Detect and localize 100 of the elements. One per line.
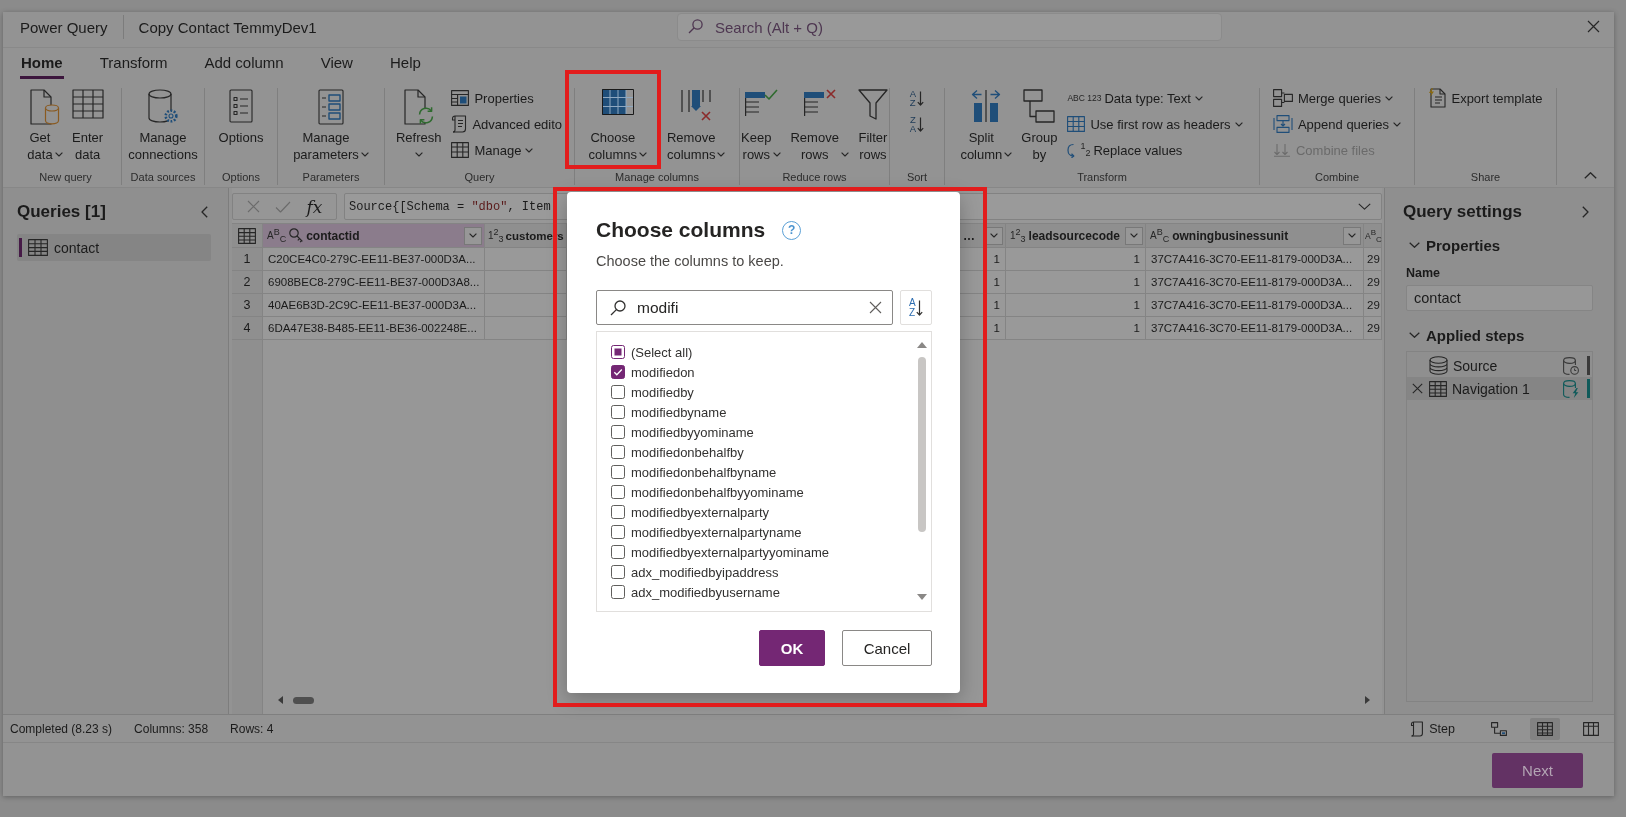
search-icon — [688, 19, 703, 34]
column-header[interactable]: 1$^{2}$$_{3}$ leadsourcecode — [1006, 224, 1146, 248]
column-option[interactable]: modifiedon — [631, 364, 695, 380]
table-cell: C20CE4C0-279C-EE11-BE37-000D3A... — [263, 248, 485, 271]
column-header[interactable]: A$^{B}$$_{C}$ owningbusinessunit — [1146, 224, 1364, 248]
tab[interactable]: Help — [388, 48, 422, 79]
row-number: 2 — [232, 271, 263, 294]
checkbox[interactable] — [611, 345, 625, 359]
chevron-left-icon[interactable] — [201, 206, 208, 218]
sort-button[interactable]: Z A — [906, 111, 928, 137]
section-header[interactable]: Applied steps — [1409, 323, 1593, 347]
checkbox[interactable] — [611, 445, 625, 459]
ribbon-button[interactable]: Merge queries — [1269, 85, 1405, 111]
next-button[interactable]: Next — [1492, 753, 1583, 788]
ribbon-button[interactable]: Enter data — [69, 88, 106, 163]
column-option[interactable]: modifiedbyexternalpartyname — [631, 524, 802, 540]
ribbon-button[interactable]: Properties — [448, 85, 566, 111]
checkbox[interactable] — [611, 385, 625, 399]
ribbon-button[interactable]: Options — [216, 88, 266, 146]
tab[interactable]: View — [319, 48, 354, 79]
checkbox[interactable] — [611, 505, 625, 519]
checkbox[interactable] — [611, 485, 625, 499]
checkbox[interactable] — [611, 465, 625, 479]
scroll-right-icon[interactable] — [1365, 696, 1370, 704]
table-cell: 37C7A416-3C70-EE11-8179-000D3A... — [1146, 294, 1364, 317]
ribbon-button[interactable]: Manage connections — [126, 88, 200, 163]
check-icon[interactable] — [275, 200, 292, 213]
ribbon-button[interactable]: Choose columns — [586, 88, 649, 163]
table-icon[interactable] — [238, 227, 256, 244]
column-option[interactable]: modifiedbyyominame — [631, 424, 754, 440]
chevron-up-icon[interactable] — [1584, 172, 1597, 179]
row-number: 1 — [232, 248, 263, 271]
ribbon-button[interactable]: Remove rows — [788, 88, 851, 163]
scrollbar-thumb[interactable] — [918, 357, 926, 532]
column-option[interactable]: modifiedonbehalfby — [631, 444, 744, 460]
scrollbar-thumb[interactable] — [293, 696, 314, 704]
tab[interactable]: Home — [20, 48, 64, 79]
ribbon-button[interactable]: Keep rows — [739, 88, 784, 163]
clear-icon[interactable] — [869, 301, 882, 314]
ribbon-button[interactable]: Manage — [448, 137, 566, 163]
column-option[interactable]: modifiedbyname — [631, 404, 727, 420]
tab[interactable]: Add column — [203, 48, 285, 79]
ribbon-button[interactable]: Advanced edito — [448, 111, 566, 137]
checkbox[interactable] — [611, 405, 625, 419]
scroll-up-icon[interactable] — [917, 342, 927, 348]
chevron-right-icon[interactable] — [1582, 206, 1589, 218]
section-header[interactable]: Properties — [1409, 233, 1593, 257]
checkbox[interactable] — [611, 525, 625, 539]
ribbon-button[interactable]: Group by — [1019, 88, 1060, 163]
ribbon-button[interactable]: Get data — [25, 88, 65, 163]
checkbox[interactable] — [611, 425, 625, 439]
column-option[interactable]: modifiedby — [631, 384, 694, 400]
sort-button[interactable]: A Z — [900, 290, 932, 325]
columns-grid-icon[interactable] — [1583, 721, 1599, 736]
ribbon-button[interactable]: Append queries — [1269, 111, 1405, 137]
tab[interactable]: Transform — [98, 48, 169, 79]
column-option[interactable]: adx_modifiedbyusername — [631, 584, 780, 600]
step-button[interactable]: Step — [1410, 720, 1455, 737]
column-option[interactable]: modifiedonbehalfbyname — [631, 464, 777, 480]
column-header[interactable]: … — [960, 224, 1006, 248]
sort-button[interactable]: A Z — [906, 85, 928, 111]
linked-boxes-icon[interactable] — [1491, 721, 1507, 736]
table-cell: 1 — [960, 317, 1006, 340]
checkbox[interactable] — [611, 545, 625, 559]
ok-button[interactable]: OK — [759, 630, 825, 666]
ribbon-button[interactable]: Split column — [958, 88, 1015, 163]
scroll-left-icon[interactable] — [278, 696, 283, 704]
query-item[interactable]: contact — [17, 234, 211, 261]
ribbon-button[interactable]: Refresh — [393, 88, 444, 157]
ribbon-button[interactable]: Export template — [1425, 85, 1546, 111]
cancel-button[interactable]: Cancel — [842, 630, 932, 666]
refresh-document-icon — [403, 89, 434, 125]
ribbon-button[interactable]: Use first row as headers — [1064, 111, 1246, 137]
search-field[interactable]: Search (Alt + Q) — [677, 13, 1222, 41]
table-grid-icon — [71, 89, 104, 119]
caret-down-icon — [1130, 233, 1138, 238]
ribbon-button[interactable]: ABC 123 Data type: Text — [1064, 85, 1246, 111]
column-option[interactable]: modifiedonbehalfbyyominame — [631, 484, 804, 500]
checkbox[interactable] — [611, 365, 625, 379]
table-grid-icon[interactable] — [1530, 717, 1560, 740]
close-icon[interactable] — [1587, 20, 1600, 33]
step-item[interactable]: Source — [1407, 354, 1592, 377]
delete-icon[interactable] — [1412, 383, 1423, 394]
insert-function-button[interactable]: fx — [306, 196, 323, 217]
column-option[interactable]: modifiedbyexternalpartyyominame — [631, 544, 829, 560]
checkbox[interactable] — [611, 565, 625, 579]
ribbon-button[interactable]: Manage parameters — [291, 88, 371, 163]
caret-down-icon — [773, 152, 782, 157]
ribbon-button[interactable]: Remove columns — [665, 88, 728, 163]
chevron-down-icon[interactable] — [1358, 203, 1371, 210]
step-item[interactable]: Navigation 1 — [1407, 377, 1592, 400]
search-field[interactable]: modifi — [596, 290, 893, 325]
arrow-down-icon — [917, 116, 925, 132]
column-option[interactable]: (Select all) — [631, 344, 693, 360]
column-option[interactable]: modifiedbyexternalparty — [631, 504, 770, 520]
ribbon-button[interactable]: Filter rows — [855, 88, 890, 163]
scroll-down-icon[interactable] — [917, 594, 927, 600]
name-field[interactable]: contact — [1406, 285, 1593, 311]
column-option[interactable]: adx_modifiedbyipaddress — [631, 564, 779, 580]
checkbox[interactable] — [611, 585, 625, 599]
